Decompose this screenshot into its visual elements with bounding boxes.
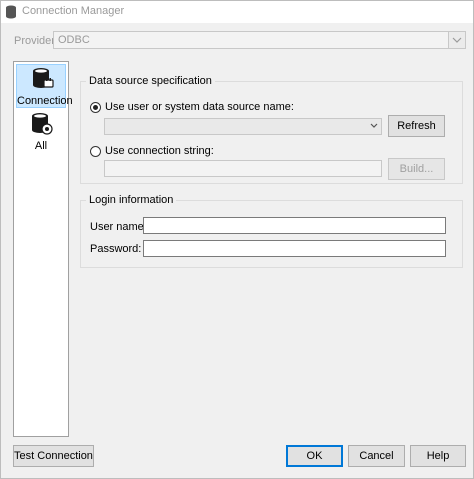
connection-manager-window: Connection Manager Provider: ODBC Connec… <box>0 0 474 479</box>
conn-string-radio[interactable] <box>90 145 101 157</box>
data-source-group: Data source specification Use user or sy… <box>80 75 463 184</box>
dsn-radio-option[interactable]: Use user or system data source name: <box>90 101 294 113</box>
ok-button[interactable]: OK <box>286 445 343 467</box>
dsn-select[interactable] <box>104 118 382 135</box>
database-plug-icon <box>33 68 54 88</box>
database-icon <box>6 5 16 19</box>
nav-item-label: All <box>34 140 48 152</box>
nav-item-all[interactable]: All <box>16 110 66 154</box>
refresh-button[interactable]: Refresh <box>388 115 445 137</box>
database-settings-icon <box>32 113 53 135</box>
conn-string-radio-label: Use connection string: <box>105 145 214 157</box>
conn-string-input[interactable] <box>104 160 382 177</box>
password-input[interactable] <box>143 240 446 257</box>
chevron-down-icon[interactable] <box>369 121 379 131</box>
help-button[interactable]: Help <box>410 445 466 467</box>
title-bar: Connection Manager <box>1 1 473 23</box>
provider-label: Provider: <box>14 35 59 47</box>
provider-value: ODBC <box>58 34 90 46</box>
username-label: User name: <box>90 221 147 233</box>
connection-page: Data source specification Use user or sy… <box>72 61 466 437</box>
password-label: Password: <box>90 243 142 255</box>
provider-select[interactable]: ODBC <box>53 31 466 49</box>
cancel-button[interactable]: Cancel <box>348 445 405 467</box>
login-info-group: Login information User name: Password: <box>80 194 463 268</box>
test-connection-button[interactable]: Test Connection <box>13 445 94 467</box>
login-info-group-title: Login information <box>86 194 177 206</box>
dsn-radio-label: Use user or system data source name: <box>105 101 294 113</box>
username-input[interactable] <box>143 217 446 234</box>
page-selector-panel: Connection All <box>13 61 73 437</box>
conn-string-radio-option[interactable]: Use connection string: <box>90 145 214 157</box>
chevron-down-icon[interactable] <box>448 32 465 48</box>
nav-item-connection[interactable]: Connection <box>16 64 73 108</box>
dsn-radio[interactable] <box>90 101 101 113</box>
build-button[interactable]: Build... <box>388 158 445 180</box>
window-title: Connection Manager <box>22 5 125 17</box>
nav-item-label: Connection <box>17 95 73 107</box>
data-source-group-title: Data source specification <box>86 75 215 87</box>
